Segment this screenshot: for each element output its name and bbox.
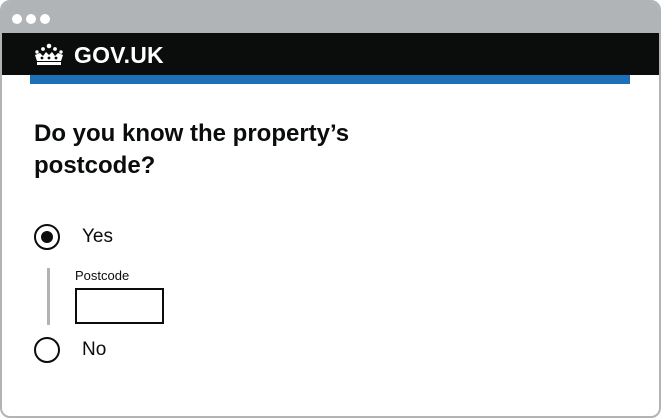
header-accent-bar [30, 75, 630, 84]
radio-label-yes: Yes [82, 226, 113, 247]
window-dot-icon [12, 14, 22, 24]
radio-selected-icon [41, 231, 53, 243]
browser-window: GOV.UK Do you know the property’s postco… [0, 0, 661, 418]
crown-icon [35, 43, 63, 65]
logo-text: GOV.UK [74, 41, 164, 68]
window-dot-icon [40, 14, 50, 24]
radio-button-yes[interactable] [34, 224, 60, 250]
radio-option-no[interactable]: No [34, 337, 106, 363]
govuk-logo-link[interactable]: GOV.UK [32, 41, 164, 69]
conditional-reveal-bar [47, 268, 50, 325]
radio-button-no[interactable] [34, 337, 60, 363]
page-title: Do you know the property’s postcode? [34, 120, 350, 179]
window-dot-icon [26, 14, 36, 24]
govuk-header: GOV.UK [2, 33, 659, 75]
window-titlebar [2, 2, 659, 33]
postcode-label: Postcode [75, 268, 130, 283]
postcode-input[interactable] [75, 288, 164, 324]
radio-label-no: No [82, 339, 107, 360]
radio-option-yes[interactable]: Yes [34, 224, 113, 250]
